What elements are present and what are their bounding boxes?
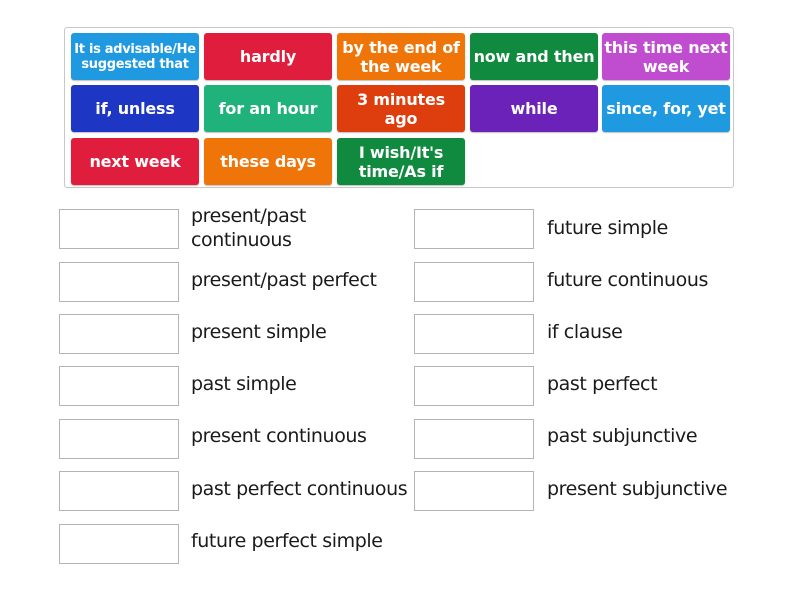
- target-label: present/past continuous: [191, 205, 306, 251]
- drop-slot[interactable]: [414, 471, 534, 511]
- drop-slot[interactable]: [59, 314, 179, 354]
- answer-tile[interactable]: next week: [71, 138, 199, 185]
- target-label: past subjunctive: [547, 425, 698, 447]
- drop-slot[interactable]: [414, 419, 534, 459]
- answer-tile[interactable]: since, for, yet: [602, 85, 730, 132]
- target-label: present/past perfect: [191, 269, 377, 291]
- drop-slot[interactable]: [59, 262, 179, 302]
- answer-tile[interactable]: for an hour: [204, 85, 332, 132]
- answer-tile[interactable]: It is advisable/He suggested that: [71, 33, 199, 80]
- answer-tile[interactable]: while: [470, 85, 598, 132]
- answer-tile[interactable]: I wish/It's time/As if: [337, 138, 465, 185]
- target-label: present simple: [191, 321, 327, 343]
- drop-slot[interactable]: [59, 209, 179, 249]
- drop-slot[interactable]: [414, 262, 534, 302]
- answer-tile[interactable]: these days: [204, 138, 332, 185]
- tile-tray: It is advisable/He suggested that hardly…: [64, 27, 734, 188]
- target-label: present subjunctive: [547, 478, 728, 500]
- target-label: future perfect simple: [191, 530, 383, 552]
- answer-tile[interactable]: by the end of the week: [337, 33, 465, 80]
- answer-tile[interactable]: now and then: [470, 33, 598, 80]
- drop-slot[interactable]: [59, 471, 179, 511]
- drop-slot[interactable]: [414, 366, 534, 406]
- target-label: future continuous: [547, 269, 709, 291]
- drop-slot[interactable]: [59, 419, 179, 459]
- target-label: past perfect continuous: [191, 478, 408, 500]
- drop-slot[interactable]: [414, 209, 534, 249]
- drop-slot[interactable]: [59, 366, 179, 406]
- answer-tile[interactable]: 3 minutes ago: [337, 85, 465, 132]
- answer-tile[interactable]: this time next week: [602, 33, 730, 80]
- target-label: past perfect: [547, 373, 658, 395]
- answer-tile[interactable]: hardly: [204, 33, 332, 80]
- target-label: present continuous: [191, 425, 367, 447]
- drop-slot[interactable]: [414, 314, 534, 354]
- drop-slot[interactable]: [59, 524, 179, 564]
- target-label: future simple: [547, 217, 668, 239]
- target-label: if clause: [547, 321, 623, 343]
- target-label: past simple: [191, 373, 297, 395]
- answer-tile[interactable]: if, unless: [71, 85, 199, 132]
